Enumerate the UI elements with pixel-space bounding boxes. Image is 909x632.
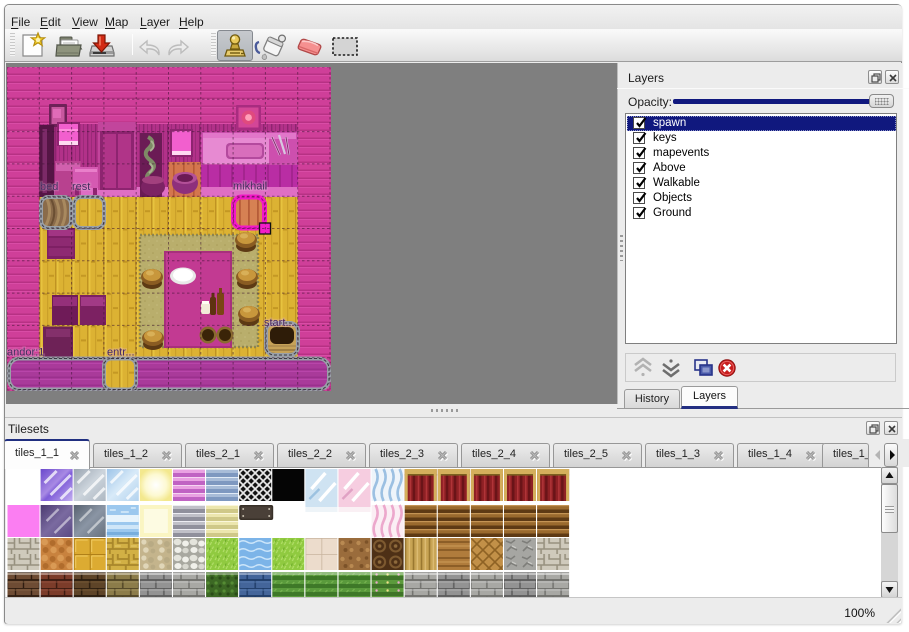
svg-text:start...: start... [264, 317, 295, 329]
svg-text:bed: bed [40, 181, 58, 193]
svg-text:entr...: entr... [107, 347, 135, 359]
svg-text:andor:1: andor:1 [7, 347, 44, 359]
svg-text:mikhail: mikhail [233, 181, 267, 193]
svg-text:rest: rest [72, 181, 90, 193]
